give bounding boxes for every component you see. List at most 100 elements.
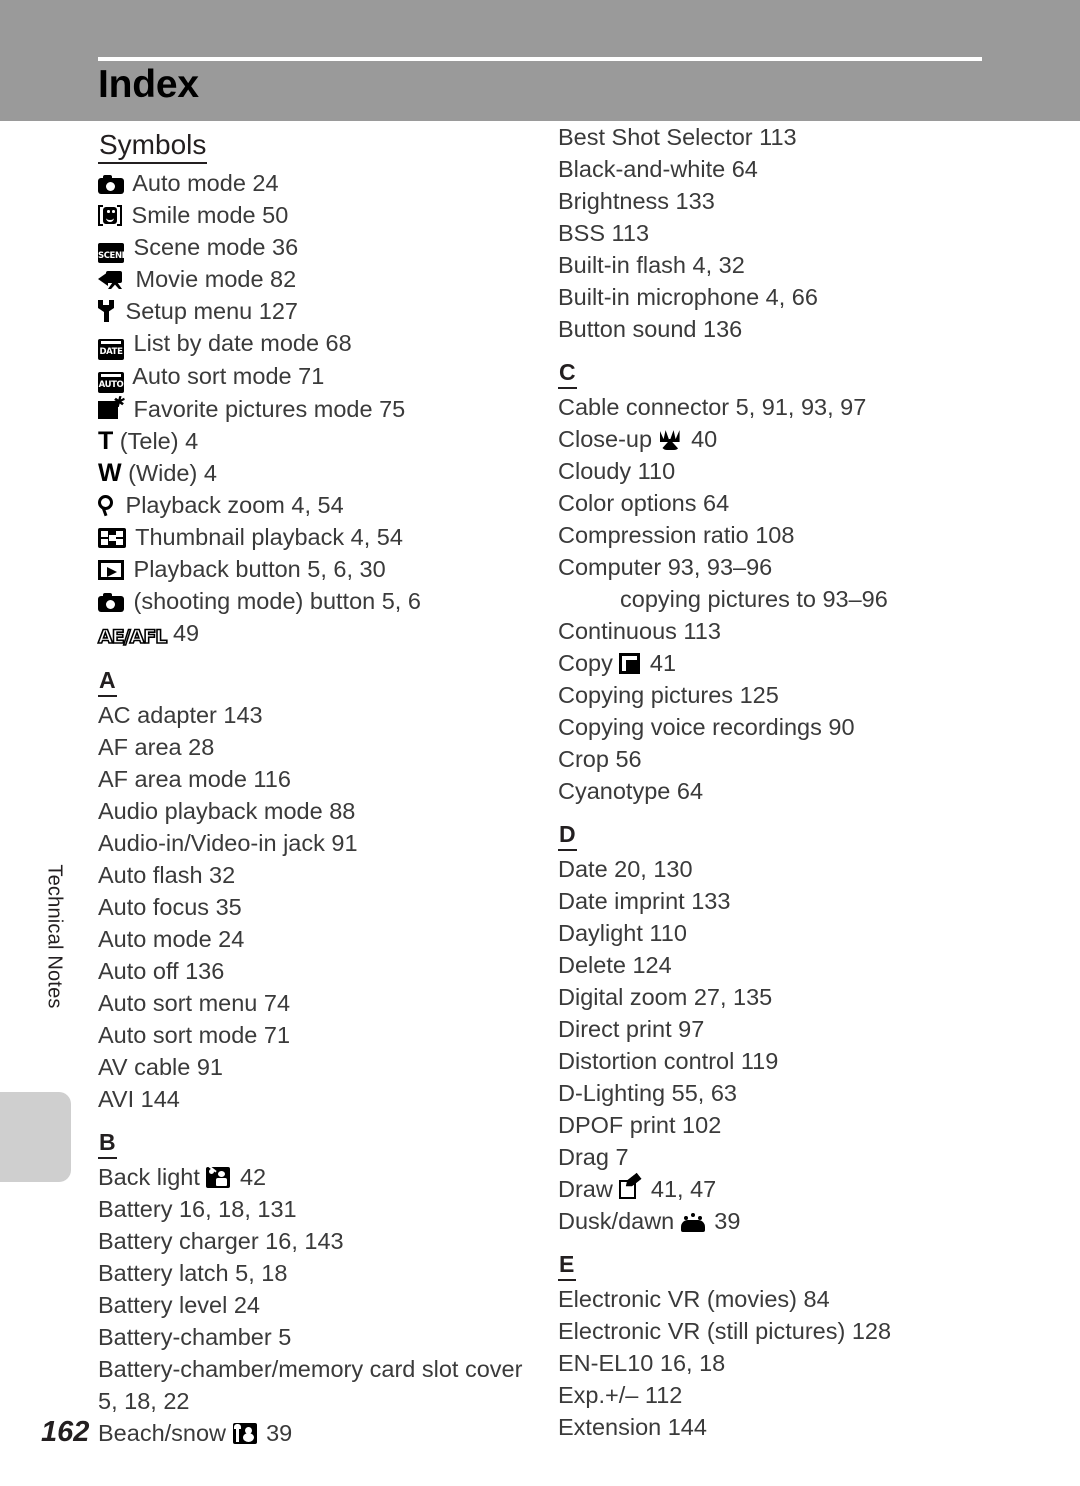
index-entry: Date 20, 130 xyxy=(558,856,693,883)
section-heading-label: D xyxy=(558,821,578,852)
index-entry-text: Scene mode 36 xyxy=(127,234,299,261)
close-up-tulip-icon xyxy=(659,429,682,451)
index-entry: Battery-chamber/memory card slot cover 5… xyxy=(98,1356,523,1415)
index-entry-text: Auto mode 24 xyxy=(127,170,279,197)
wrench-icon xyxy=(98,300,116,323)
index-entry: Audio playback mode 88 xyxy=(98,798,356,825)
index-entry-text: (shooting mode) button 5, 6 xyxy=(127,588,421,615)
index-entry: Distortion control 119 xyxy=(558,1048,779,1075)
index-entry: Electronic VR (still pictures) 128 xyxy=(558,1318,892,1345)
camera-icon xyxy=(98,175,124,195)
index-entry: Auto sort mode 71 xyxy=(98,1022,291,1049)
scene-mode-icon: SCENE xyxy=(98,243,127,264)
index-entry: Back light 42 xyxy=(98,1161,528,1193)
index-entry: DATE List by date mode 68 xyxy=(98,327,528,361)
index-entry: Battery 16, 18, 131 xyxy=(98,1196,297,1223)
copy-icon xyxy=(619,653,641,675)
index-entry-text: Movie mode 82 xyxy=(129,266,297,293)
index-column-left: Symbols Auto mode 24 Smile mode 50 SCENE … xyxy=(97,121,528,1449)
thumbnail-grid-icon xyxy=(98,528,126,549)
auto-box-icon: AUTO xyxy=(98,372,124,394)
header-rule xyxy=(98,57,982,61)
index-entry-text: Playback zoom 4, 54 xyxy=(119,492,344,519)
index-entry: copying pictures to 93–96 xyxy=(620,586,888,613)
index-entry: (shooting mode) button 5, 6 xyxy=(98,585,528,617)
index-entry: Battery latch 5, 18 xyxy=(98,1260,288,1287)
index-entry: Daylight 110 xyxy=(558,920,687,947)
index-entry: Brightness 133 xyxy=(558,188,715,214)
index-entry: Battery charger 16, 143 xyxy=(98,1228,344,1255)
index-entry: W (Wide) 4 xyxy=(98,457,528,489)
index-entry: AVI 144 xyxy=(98,1086,180,1113)
index-entry: Battery-chamber 5 xyxy=(98,1324,292,1351)
index-entry: Exp.+/– 112 xyxy=(558,1382,683,1409)
index-entry: Playback button 5, 6, 30 xyxy=(98,553,528,585)
page-header-banner: Index xyxy=(0,0,1080,121)
index-entry: Thumbnail playback 4, 54 xyxy=(98,521,528,553)
index-entry: D-Lighting 55, 63 xyxy=(558,1080,737,1107)
side-tab-label: Technical Notes xyxy=(43,864,66,1009)
index-entry: T (Tele) 4 xyxy=(98,425,528,457)
index-entry-page-refs: 40 xyxy=(684,426,718,453)
movie-camera-icon xyxy=(98,270,126,290)
index-entry: AV cable 91 xyxy=(98,1054,223,1081)
section-heading-label: B xyxy=(98,1129,118,1160)
index-entry: Draw 41, 47 xyxy=(558,1173,998,1205)
index-entry-text: Draw xyxy=(558,1176,620,1203)
index-entry: ✱ Favorite pictures mode 75 xyxy=(98,393,528,425)
index-entry: Built-in flash 4, 32 xyxy=(558,252,745,278)
smile-mode-icon xyxy=(98,205,122,227)
index-entry: Beach/snow 39 xyxy=(98,1417,528,1449)
index-entry: Compression ratio 108 xyxy=(558,522,795,549)
index-entry: AF area mode 116 xyxy=(98,766,291,793)
index-entry: Best Shot Selector 113 xyxy=(558,124,797,150)
index-entry: Digital zoom 27, 135 xyxy=(558,984,773,1011)
index-entry: Copying voice recordings 90 xyxy=(558,714,855,741)
index-entry: BSS 113 xyxy=(558,220,650,246)
index-entry: AF area 28 xyxy=(98,734,215,761)
index-entry-text: (Tele) 4 xyxy=(113,428,199,455)
index-entry: Auto mode 24 xyxy=(98,926,245,953)
index-entry: Cyanotype 64 xyxy=(558,778,704,805)
ae-afl-icon: AE/AFL xyxy=(97,625,168,649)
dusk-dawn-icon xyxy=(680,1213,705,1233)
section-heading-label: E xyxy=(558,1251,576,1282)
index-entry: Button sound 136 xyxy=(558,316,743,342)
index-entry-text: Smile mode 50 xyxy=(125,202,289,229)
index-entry-page-refs: 39 xyxy=(259,1420,293,1447)
index-entry: AE/AFL 49 xyxy=(97,617,528,653)
index-entry: Auto flash 32 xyxy=(98,862,236,889)
index-section-heading: D xyxy=(558,807,578,853)
index-entry-text: 49 xyxy=(166,620,200,647)
index-column-right: Best Shot Selector 113 Black-and-white 64… xyxy=(558,121,998,1443)
index-entry-text: (Wide) 4 xyxy=(121,460,217,487)
index-entry: Movie mode 82 xyxy=(98,263,528,295)
index-entry: Built-in microphone 4, 66 xyxy=(558,284,818,310)
index-section-heading: C xyxy=(558,345,578,391)
index-entry-text: Thumbnail playback 4, 54 xyxy=(129,524,403,551)
favorite-pictures-icon: ✱ xyxy=(98,395,124,420)
index-entry: Cable connector 5, 91, 93, 97 xyxy=(558,394,867,421)
index-entry: AUTO Auto sort mode 71 xyxy=(98,360,528,394)
playback-button-icon xyxy=(98,560,124,581)
wide-letter-icon: W xyxy=(98,459,122,488)
index-entry: Audio-in/Video-in jack 91 xyxy=(98,830,358,857)
index-entry: Auto mode 24 xyxy=(98,167,528,199)
index-entry: Computer 93, 93–96 xyxy=(558,554,773,581)
index-entry: Crop 56 xyxy=(558,746,642,773)
index-entry: EN-EL10 16, 18 xyxy=(558,1350,726,1377)
section-heading-label: Symbols xyxy=(98,128,208,165)
index-entry: Extension 144 xyxy=(558,1414,707,1441)
index-entry-text: Auto sort mode 71 xyxy=(127,363,325,390)
index-entry: Cloudy 110 xyxy=(558,458,676,485)
index-entry: Setup menu 127 xyxy=(98,295,528,327)
index-entry-text: Close-up xyxy=(558,426,659,453)
index-section-heading: Symbols xyxy=(98,121,208,167)
side-tab-block xyxy=(0,1092,71,1182)
index-entry: Close-up 40 xyxy=(558,423,998,455)
index-entry-page-refs: 41 xyxy=(643,650,677,677)
tele-letter-icon: T xyxy=(98,427,114,456)
index-entry: Auto focus 35 xyxy=(98,894,242,921)
index-entry-text: List by date mode 68 xyxy=(127,330,352,357)
index-entry: Color options 64 xyxy=(558,490,730,517)
